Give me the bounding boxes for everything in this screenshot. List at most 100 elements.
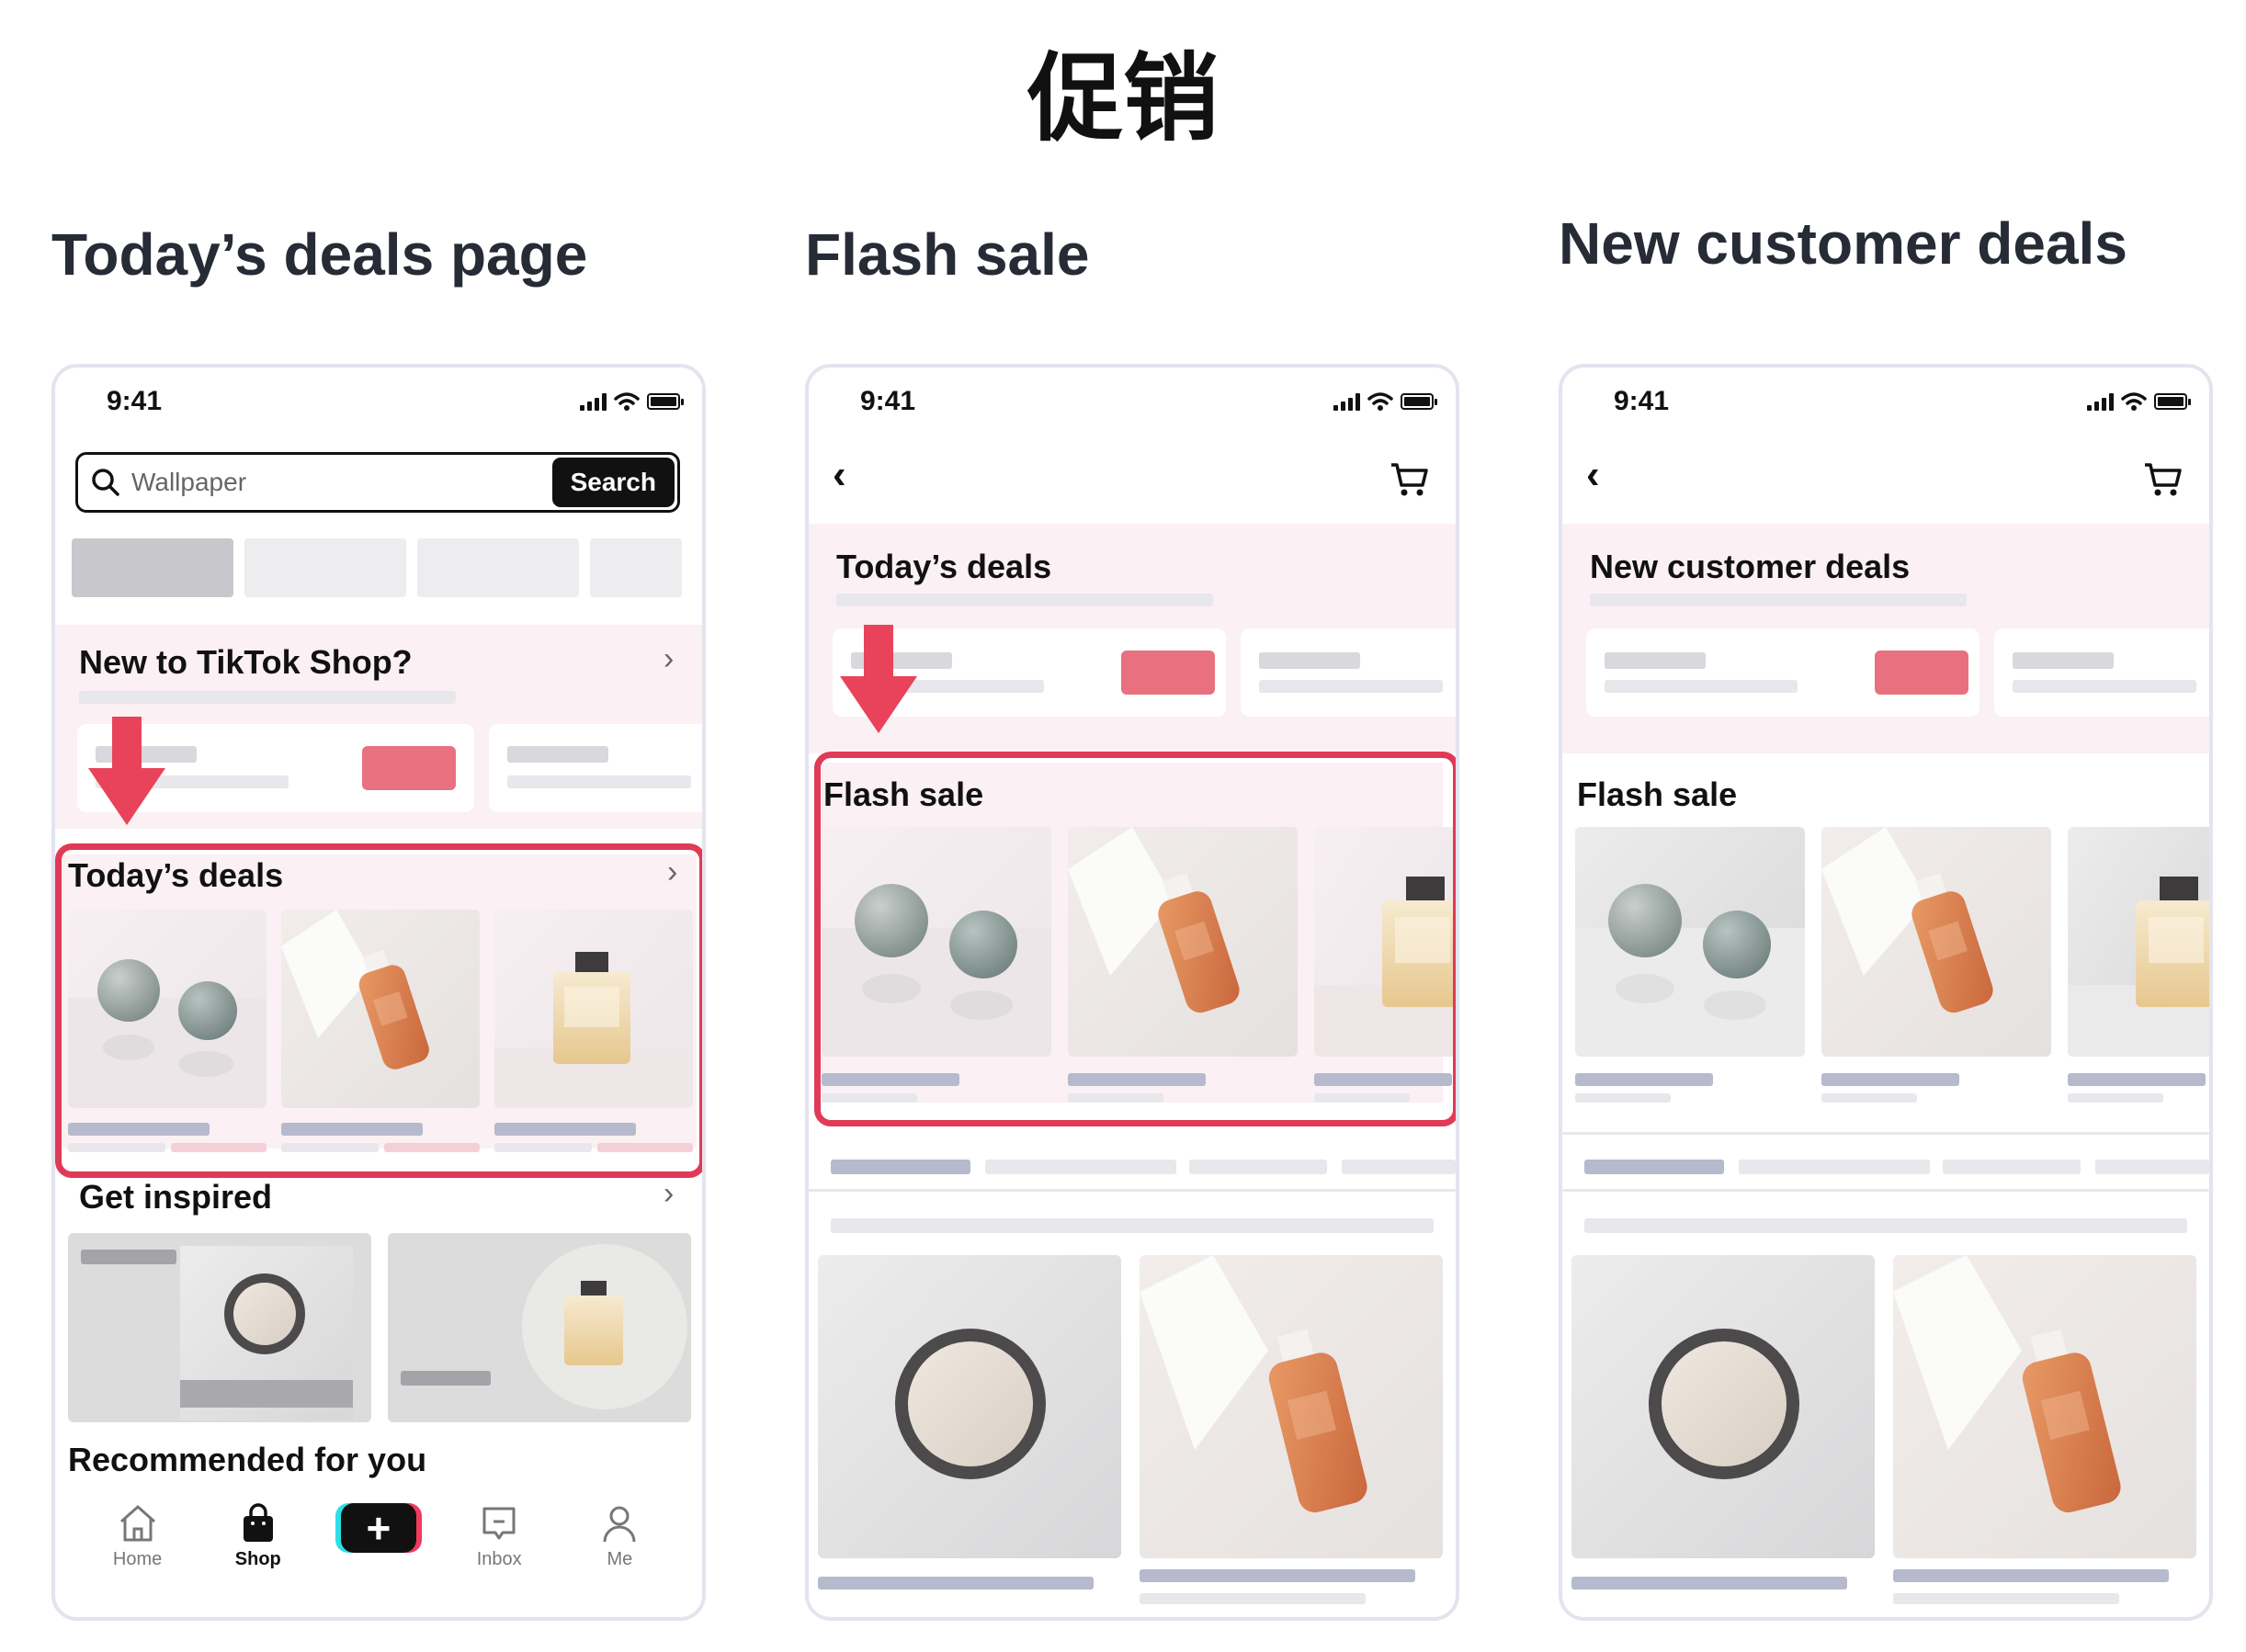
text-placeholder	[2013, 680, 2196, 693]
wifi-icon	[1367, 392, 1393, 411]
product-image-perfume[interactable]	[2068, 827, 2209, 1057]
highlight-frame	[814, 752, 1456, 1126]
text-placeholder	[2068, 1073, 2206, 1086]
tab-placeholder[interactable]	[2095, 1160, 2209, 1174]
product-image-stones[interactable]	[1575, 827, 1805, 1057]
product-image-bottle[interactable]	[1821, 827, 2051, 1057]
banner-title[interactable]: New customer deals	[1590, 548, 1910, 586]
text-placeholder	[1571, 1577, 1847, 1590]
text-placeholder	[1605, 652, 1706, 669]
tab-placeholder[interactable]	[1342, 1160, 1456, 1174]
wifi-icon	[614, 392, 640, 411]
status-icons	[580, 391, 684, 412]
nav-me-label: Me	[607, 1549, 633, 1569]
divider	[809, 1189, 1456, 1192]
tab-placeholder[interactable]	[1189, 1160, 1327, 1174]
phone-new-customer-deals: 9:41 ‹ New customer deals Flash sale	[1559, 364, 2213, 1621]
product-image-mirror[interactable]	[1571, 1255, 1875, 1558]
chevron-right-icon[interactable]: ›	[664, 641, 674, 677]
nav-inbox[interactable]: Inbox	[453, 1503, 545, 1570]
nav-create[interactable]: +	[333, 1503, 425, 1553]
banner-title[interactable]: Today’s deals	[836, 548, 1051, 586]
subtitle-placeholder	[836, 594, 1213, 606]
column-title-todays-deals-page: Today’s deals page	[51, 221, 588, 288]
home-icon	[119, 1505, 155, 1542]
status-time: 9:41	[1614, 386, 1670, 416]
signal-icon	[1333, 392, 1360, 411]
filter-placeholder	[831, 1218, 1434, 1233]
phone-flash-sale: 9:41 ‹ Today’s deals Flash sale	[805, 364, 1459, 1621]
recommended-title: Recommended for you	[68, 1441, 427, 1478]
flash-sale-title[interactable]: Flash sale	[1577, 775, 1737, 814]
product-image-bottle[interactable]	[1893, 1255, 2196, 1558]
product-image-bottle[interactable]	[1140, 1255, 1443, 1558]
tab-placeholder[interactable]	[985, 1160, 1176, 1174]
column-title-flash-sale: Flash sale	[805, 221, 1090, 288]
get-inspired-title[interactable]: Get inspired	[79, 1178, 272, 1216]
highlight-frame	[55, 843, 702, 1178]
new-to-shop-title[interactable]: New to TikTok Shop?	[79, 643, 413, 682]
bottom-nav: Home Shop + Inbox Me	[55, 1503, 702, 1604]
subtitle-placeholder	[1590, 594, 1967, 606]
text-placeholder	[818, 1577, 1094, 1590]
text-placeholder	[1821, 1093, 1917, 1103]
signal-icon	[2087, 392, 2114, 411]
search-button[interactable]: Search	[551, 458, 675, 507]
search-input[interactable]: Wallpaper	[131, 468, 552, 497]
tab-placeholder[interactable]	[1739, 1160, 1930, 1174]
phone-todays-deals-page: 9:41 Wallpaper Search New to TikTok Shop…	[51, 364, 706, 1621]
text-placeholder	[1575, 1093, 1671, 1103]
plus-icon: +	[340, 1503, 416, 1553]
claim-button[interactable]	[1121, 651, 1215, 695]
nav-inbox-label: Inbox	[476, 1549, 522, 1569]
search-bar[interactable]: Wallpaper Search	[75, 452, 680, 513]
product-image-mirror[interactable]	[818, 1255, 1121, 1558]
back-chevron-icon[interactable]: ‹	[1586, 452, 1600, 498]
deal-card[interactable]	[1994, 628, 2209, 717]
text-placeholder	[507, 775, 691, 788]
category-tab[interactable]	[590, 538, 682, 597]
category-tab[interactable]	[72, 538, 233, 597]
battery-icon	[647, 393, 684, 410]
tab-placeholder[interactable]	[1584, 1160, 1724, 1174]
text-placeholder	[2013, 652, 2114, 669]
battery-icon	[1401, 393, 1437, 410]
tab-placeholder[interactable]	[831, 1160, 970, 1174]
nav-home[interactable]: Home	[92, 1503, 184, 1570]
inspiration-card-perfume[interactable]	[388, 1233, 691, 1422]
divider	[1562, 1189, 2209, 1192]
wifi-icon	[2121, 392, 2147, 411]
category-tab[interactable]	[244, 538, 406, 597]
claim-button[interactable]	[362, 746, 456, 790]
cart-icon[interactable]	[2143, 461, 2184, 498]
deal-card[interactable]	[1241, 628, 1456, 717]
text-placeholder	[507, 746, 608, 763]
claim-button[interactable]	[1875, 651, 1968, 695]
text-placeholder	[1259, 652, 1360, 669]
category-tab[interactable]	[417, 538, 579, 597]
text-placeholder	[1575, 1073, 1713, 1086]
nav-me[interactable]: Me	[573, 1503, 665, 1570]
nav-home-label: Home	[112, 1549, 163, 1569]
divider	[1562, 1132, 2209, 1135]
deal-card[interactable]	[489, 724, 702, 812]
text-placeholder	[1893, 1593, 2119, 1604]
inspiration-card-mirror[interactable]	[68, 1233, 371, 1422]
text-placeholder	[1140, 1569, 1415, 1582]
tab-placeholder[interactable]	[1943, 1160, 2081, 1174]
profile-icon	[603, 1506, 636, 1543]
text-placeholder	[1893, 1569, 2169, 1582]
signal-icon	[580, 392, 607, 411]
subtitle-placeholder	[79, 691, 456, 704]
nav-shop[interactable]: Shop	[212, 1503, 304, 1570]
page-title: 促销	[1027, 42, 1219, 154]
down-arrow-icon	[88, 717, 165, 825]
text-placeholder	[1140, 1593, 1366, 1604]
down-arrow-icon	[840, 625, 917, 733]
status-time: 9:41	[107, 386, 163, 416]
chevron-right-icon[interactable]: ›	[664, 1176, 674, 1212]
filter-placeholder	[1584, 1218, 2187, 1233]
back-chevron-icon[interactable]: ‹	[833, 452, 846, 498]
inbox-icon	[482, 1507, 516, 1540]
cart-icon[interactable]	[1390, 461, 1430, 498]
